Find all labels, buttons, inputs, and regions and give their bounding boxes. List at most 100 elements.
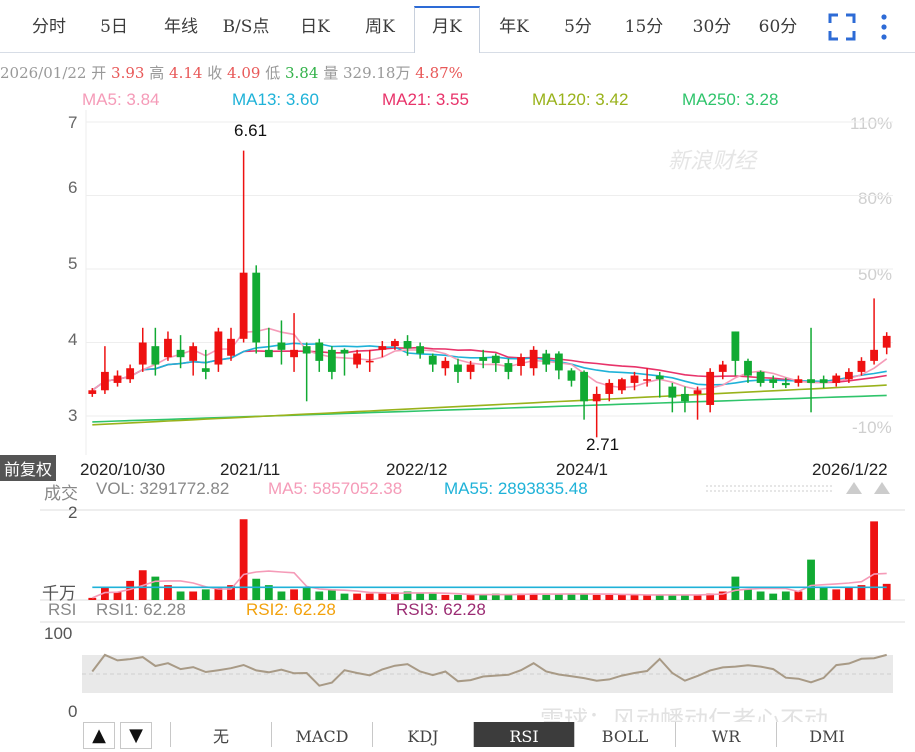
volume-bar: [302, 587, 311, 600]
scroll-up-button[interactable]: ▲: [83, 722, 115, 749]
candle: [517, 353, 525, 376]
candle: [239, 150, 248, 343]
indicator-tab-boll[interactable]: BOLL: [574, 722, 675, 747]
candle-body: [668, 386, 677, 398]
candle-body: [252, 272, 261, 343]
candle: [794, 375, 803, 387]
vol-ma55: MA55: 2893835.48: [444, 479, 588, 498]
candle-body: [744, 360, 752, 376]
candle: [101, 346, 109, 394]
candle-body: [239, 272, 248, 339]
candle-body: [693, 390, 702, 394]
vol-ma5-line: [91, 570, 887, 599]
volume-bar: [882, 583, 891, 600]
volume-bar: [617, 594, 626, 600]
volume-bar: [327, 589, 336, 600]
candle: [756, 370, 765, 387]
candle-body: [554, 353, 563, 371]
adjust-badge[interactable]: 前复权: [0, 455, 57, 481]
candle-body: [731, 331, 740, 361]
volume-bar: [807, 559, 815, 600]
volume-bar: [201, 589, 210, 600]
indicator-tab-rsi[interactable]: RSI: [473, 722, 574, 747]
candle-body: [655, 375, 664, 380]
range-right-arrow-icon: [874, 482, 890, 494]
candle: [353, 349, 362, 369]
ma250-line: [92, 394, 887, 423]
candle: [113, 370, 122, 387]
candle-body: [277, 342, 286, 350]
candle-body: [819, 379, 828, 383]
indicator-tab-macd[interactable]: MACD: [271, 722, 372, 747]
indicator-tab-kdj[interactable]: KDJ: [372, 722, 473, 747]
volume-bar: [781, 591, 790, 600]
candle: [340, 348, 349, 376]
volume-bar: [353, 593, 362, 600]
candle: [252, 265, 261, 354]
candle-body: [138, 342, 147, 365]
candle-body: [882, 335, 891, 348]
candle-body: [189, 346, 198, 361]
candle-body: [378, 346, 387, 350]
volume-bar: [744, 589, 752, 600]
volume-bar: [504, 594, 513, 600]
candle: [693, 386, 702, 420]
volume-bar: [832, 589, 841, 600]
volume-bar: [605, 594, 614, 600]
candle-body: [479, 357, 488, 361]
candle: [365, 349, 374, 372]
ma120-line: [92, 384, 887, 426]
rsi-label: RSI: [48, 600, 77, 619]
ma5-line: [91, 327, 888, 391]
candle-body: [567, 370, 576, 381]
vol-value: VOL: 3291772.82: [96, 479, 230, 498]
sina-watermark: 新浪财经: [668, 148, 758, 173]
candle-body: [504, 363, 513, 372]
candle: [428, 353, 437, 372]
candle: [807, 327, 815, 413]
volume-bar: [592, 594, 601, 600]
candle-body: [857, 360, 866, 372]
candle-body: [416, 346, 425, 354]
volume-bar: [769, 593, 778, 600]
candle-body: [151, 346, 160, 365]
indicator-tab-wr[interactable]: WR: [675, 722, 776, 747]
candle: [529, 346, 538, 376]
candle-body: [794, 379, 803, 383]
candle-body: [781, 382, 790, 386]
candle: [378, 341, 387, 358]
candle-body: [756, 371, 765, 383]
candle: [731, 331, 740, 376]
scroll-down-button[interactable]: ▼: [120, 722, 152, 749]
indicator-tab-无[interactable]: 无: [170, 722, 271, 747]
candle-body: [605, 382, 614, 394]
candle: [655, 371, 664, 398]
volume-bar: [277, 591, 286, 600]
candle-body: [164, 338, 172, 358]
volume-bar: [756, 591, 765, 600]
candle: [744, 358, 752, 383]
candle-body: [542, 353, 551, 365]
candle-body: [617, 379, 626, 391]
indicator-tab-dmi[interactable]: DMI: [776, 722, 877, 747]
candle: [138, 327, 147, 372]
candle: [504, 358, 513, 380]
candle-body: [580, 371, 588, 402]
candle-body: [441, 360, 450, 369]
volume-bar: [630, 594, 639, 600]
candle: [706, 368, 715, 413]
candle-body: [832, 375, 841, 383]
candle-body: [517, 357, 525, 367]
candle-body: [529, 349, 538, 369]
candle: [554, 351, 563, 380]
kline-chart[interactable]: 新浪财经: [0, 0, 915, 747]
candle-body: [302, 346, 311, 354]
candle-body: [844, 371, 853, 380]
low-price-annotation: 2.71: [586, 435, 620, 454]
rsi1-value: RSI1: 62.28: [96, 600, 186, 619]
candle-body: [454, 364, 462, 372]
candle: [681, 386, 689, 413]
candle: [416, 342, 425, 359]
candle: [88, 388, 97, 397]
candle: [189, 342, 198, 376]
